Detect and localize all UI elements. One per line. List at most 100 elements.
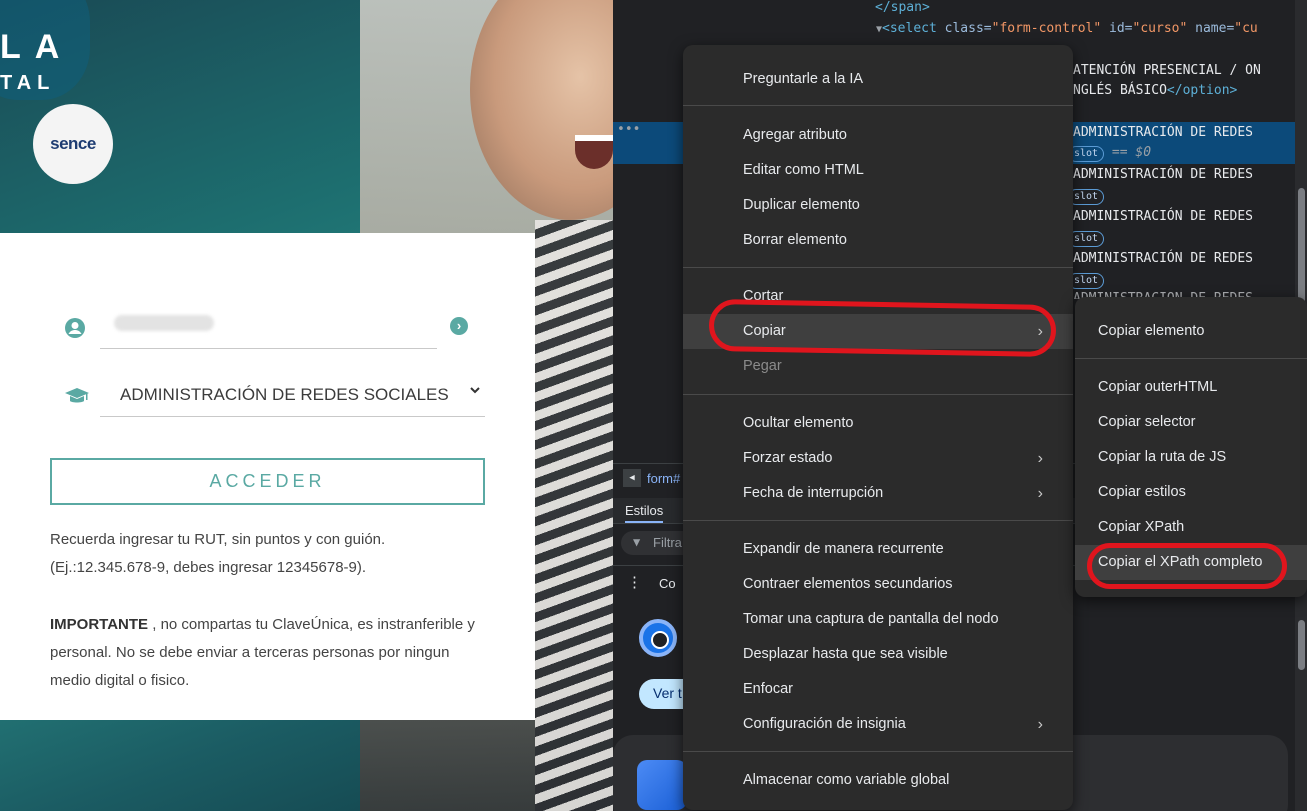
sence-logo-text: sence — [50, 134, 96, 153]
rut-instructions: Recuerda ingresar tu RUT, sin puntos y c… — [50, 531, 386, 576]
selected-node-marker: == $0 — [1111, 145, 1152, 160]
menu-item-badge-settings[interactable]: Configuración de insignia › — [683, 707, 1073, 742]
menu-item-label: Copiar selector — [1098, 414, 1196, 430]
menu-item-label: Contraer elementos secundarios — [743, 576, 953, 592]
code-id-attr: id= — [1109, 21, 1133, 36]
menu-item-label: Copiar outerHTML — [1098, 379, 1218, 395]
rut-field-row: › — [50, 303, 485, 349]
code-line-slot: slot — [1068, 188, 1105, 205]
code-line-slot: slot — [1068, 230, 1105, 247]
breadcrumb-scroll-left-icon[interactable]: ◀ — [623, 469, 641, 487]
code-name-val: "cu — [1234, 21, 1258, 36]
code-line-option-1b[interactable]: NGLÉS BÁSICO</option> — [1073, 83, 1237, 98]
annotation-circle-copiar — [708, 298, 1057, 358]
context-menu: Preguntarle a la IA Agregar atributo Edi… — [683, 45, 1073, 810]
menu-item-collapse-children[interactable]: Contraer elementos secundarios — [683, 567, 1073, 602]
menu-item-delete[interactable]: Borrar elemento — [683, 223, 1073, 258]
menu-divider — [683, 520, 1073, 521]
menu-divider — [683, 751, 1073, 752]
course-select[interactable]: ADMINISTRACIÓN DE REDES SOCIALES — [100, 371, 485, 417]
submenu-item-copy-styles[interactable]: Copiar estilos — [1075, 475, 1307, 510]
submenu-item-copy-xpath[interactable]: Copiar XPath — [1075, 510, 1307, 545]
code-line-option[interactable]: ADMINISTRACIÓN DE REDES — [1073, 209, 1253, 224]
code-option-selected-text: ADMINISTRACIÓN DE REDES — [1073, 125, 1254, 140]
code-select-tag: <select — [882, 21, 937, 36]
slot-badge[interactable]: slot — [1068, 189, 1105, 205]
chrome-icon — [639, 619, 677, 657]
menu-item-label: Copiar XPath — [1098, 519, 1185, 535]
promo-app-icon — [637, 760, 687, 810]
code-line-option[interactable]: ADMINISTRACIÓN DE REDES — [1073, 167, 1253, 182]
chevron-down-icon — [469, 383, 481, 399]
brand-logo-line-2: TAL — [0, 72, 56, 94]
code-line-select[interactable]: ▼<select class="form-control" id="curso"… — [876, 21, 1258, 36]
code-line-option-selected[interactable]: ADMINISTRACIÓN DE REDES — [1073, 125, 1253, 140]
menu-item-duplicate[interactable]: Duplicar elemento — [683, 188, 1073, 223]
course-field-row: ADMINISTRACIÓN DE REDES SOCIALES — [50, 371, 485, 417]
drawer-title: Co — [659, 576, 676, 591]
chevron-right-icon: › — [1037, 450, 1043, 467]
code-line-slot: slot — [1068, 272, 1105, 289]
node-actions-dots[interactable]: ••• — [617, 122, 640, 137]
code-line-option[interactable]: ADMINISTRACIÓN DE REDES — [1073, 251, 1253, 266]
login-card: › ADMINISTRACIÓN DE REDES SOCIALES ACCED… — [0, 233, 535, 720]
chevron-right-icon: › — [1037, 485, 1043, 502]
menu-item-scroll-into-view[interactable]: Desplazar hasta que sea visible — [683, 637, 1073, 672]
slot-badge[interactable]: slot — [1068, 273, 1105, 289]
menu-item-hide-element[interactable]: Ocultar elemento — [683, 406, 1073, 441]
rut-input[interactable] — [100, 303, 437, 349]
menu-divider — [1075, 358, 1307, 359]
menu-item-label: Configuración de insignia — [743, 716, 906, 732]
menu-item-label: Duplicar elemento — [743, 197, 860, 213]
submenu-item-copy-selector[interactable]: Copiar selector — [1075, 405, 1307, 440]
menu-item-ask-ai[interactable]: Preguntarle a la IA — [683, 62, 1073, 97]
code-name-attr: name= — [1195, 21, 1235, 36]
code-line-selected-badge: slot == $0 — [1068, 145, 1151, 162]
code-option-text: ADMINISTRACIÓN DE REDES — [1073, 251, 1254, 266]
submenu-item-copy-outerhtml[interactable]: Copiar outerHTML — [1075, 370, 1307, 405]
menu-item-label: Copiar estilos — [1098, 484, 1186, 500]
menu-item-label: Copiar la ruta de JS — [1098, 449, 1227, 465]
code-line-option-1a[interactable]: ATENCIÓN PRESENCIAL / ON — [1073, 63, 1261, 78]
code-class-attr: class= — [944, 21, 992, 36]
annotation-circle-full-xpath — [1087, 543, 1287, 589]
code-option-text: ADMINISTRACIÓN DE REDES — [1073, 167, 1254, 182]
menu-item-add-attribute[interactable]: Agregar atributo — [683, 118, 1073, 153]
menu-item-force-state[interactable]: Forzar estado › — [683, 441, 1073, 476]
menu-item-expand-recursively[interactable]: Expandir de manera recurrente — [683, 532, 1073, 567]
menu-divider — [683, 267, 1073, 268]
menu-divider — [683, 105, 1073, 106]
brand-logo-line-1: LA — [0, 28, 74, 66]
user-circle-icon — [64, 317, 86, 339]
slot-badge[interactable]: slot — [1068, 146, 1105, 162]
menu-item-focus[interactable]: Enfocar — [683, 672, 1073, 707]
menu-item-edit-html[interactable]: Editar como HTML — [683, 153, 1073, 188]
submenu-item-copy-js-path[interactable]: Copiar la ruta de JS — [1075, 440, 1307, 475]
code-line-span-close[interactable]: </span> — [875, 0, 930, 15]
acceder-button[interactable]: ACCEDER — [50, 458, 485, 505]
submenu-item-copy-element[interactable]: Copiar elemento — [1075, 314, 1307, 349]
breadcrumb-item[interactable]: form# — [647, 471, 680, 486]
chevron-right-icon: › — [1037, 716, 1043, 733]
menu-item-label: Forzar estado — [743, 450, 833, 466]
code-class-val: "form-control" — [991, 21, 1102, 36]
sence-logo: sence — [33, 104, 113, 184]
menu-item-label: Ocultar elemento — [743, 415, 854, 431]
tab-styles[interactable]: Estilos — [625, 503, 664, 523]
menu-item-label: Editar como HTML — [743, 162, 864, 178]
slot-badge[interactable]: slot — [1068, 231, 1105, 247]
menu-item-break-on[interactable]: Fecha de interrupción › — [683, 476, 1073, 511]
menu-item-label: Desplazar hasta que sea visible — [743, 646, 948, 662]
menu-item-label: Enfocar — [743, 681, 793, 697]
code-span-close: </span> — [875, 0, 930, 15]
menu-item-store-global-variable[interactable]: Almacenar como variable global — [683, 763, 1073, 798]
menu-item-capture-node-screenshot[interactable]: Tomar una captura de pantalla del nodo — [683, 602, 1073, 637]
menu-divider — [683, 394, 1073, 395]
arrow-right-circle-icon[interactable]: › — [450, 317, 468, 335]
dom-tree-scrollbar-thumb[interactable] — [1298, 188, 1305, 313]
security-notice: IMPORTANTE , no compartas tu ClaveÚnica,… — [50, 611, 490, 695]
more-options-icon[interactable]: ⋮ — [627, 573, 642, 591]
login-page-background: LA TAL sence › ADMINISTRACIÓN DE REDES S… — [0, 0, 613, 811]
menu-item-label: Expandir de manera recurrente — [743, 541, 944, 557]
styles-scrollbar-thumb[interactable] — [1298, 620, 1305, 670]
